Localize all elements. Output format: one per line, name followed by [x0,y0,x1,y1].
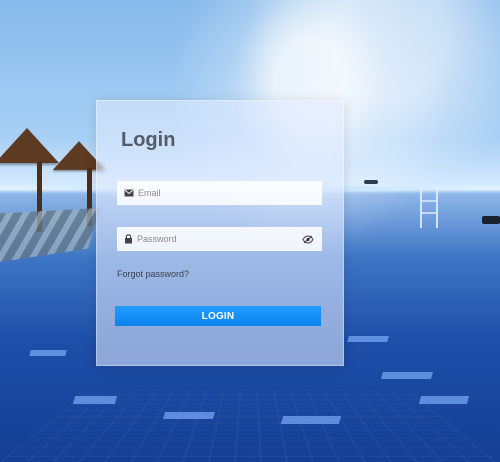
login-title: Login [121,129,176,151]
pool-light-fixture [482,216,500,224]
forgot-password-link[interactable]: Forgot password? [117,269,189,279]
pool-light [347,336,389,342]
cabana-roof [0,128,59,163]
login-scene: Login Email Forgot password? LOGIN [0,0,500,462]
pool-light [29,350,67,356]
password-field[interactable] [117,227,322,251]
password-input[interactable] [137,228,296,250]
login-panel: Login Email Forgot password? LOGIN [96,100,344,366]
email-input[interactable] [138,182,314,204]
distant-boat [364,180,378,184]
pool-light [380,372,434,379]
pool-tiles [0,390,500,462]
login-button[interactable]: LOGIN [115,306,321,326]
eye-slash-icon[interactable] [302,234,314,244]
pool-ladder [420,188,438,228]
lock-icon [124,234,133,244]
envelope-icon [124,189,134,197]
email-field[interactable] [117,181,322,205]
